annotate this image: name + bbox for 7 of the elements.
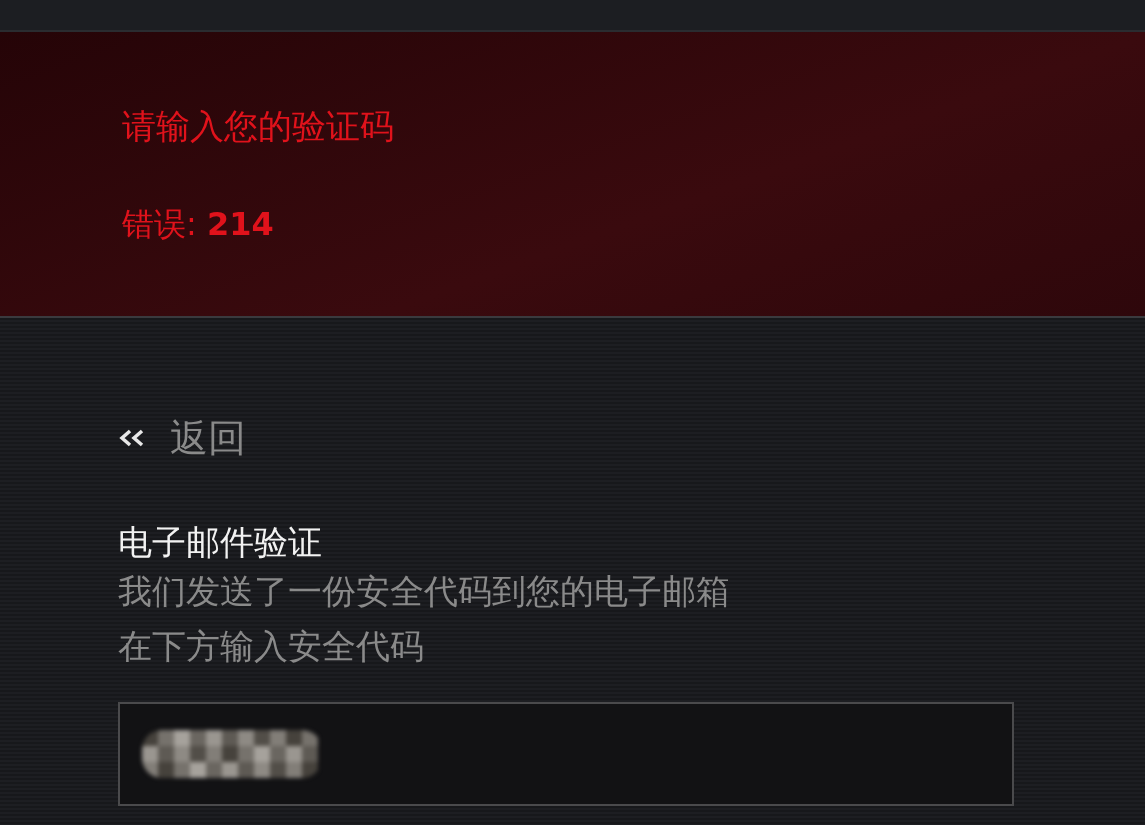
error-code: 错误: 214 xyxy=(122,204,275,244)
back-link[interactable]: 返回 xyxy=(118,416,246,460)
code-input-field[interactable] xyxy=(118,702,1014,806)
instruction-text: 在下方输入安全代码 xyxy=(118,625,425,668)
section-title: 电子邮件验证 xyxy=(118,521,323,564)
error-title: 请输入您的验证码 xyxy=(122,105,395,148)
instruction-text: 我们发送了一份安全代码到您的电子邮箱 xyxy=(118,570,731,613)
